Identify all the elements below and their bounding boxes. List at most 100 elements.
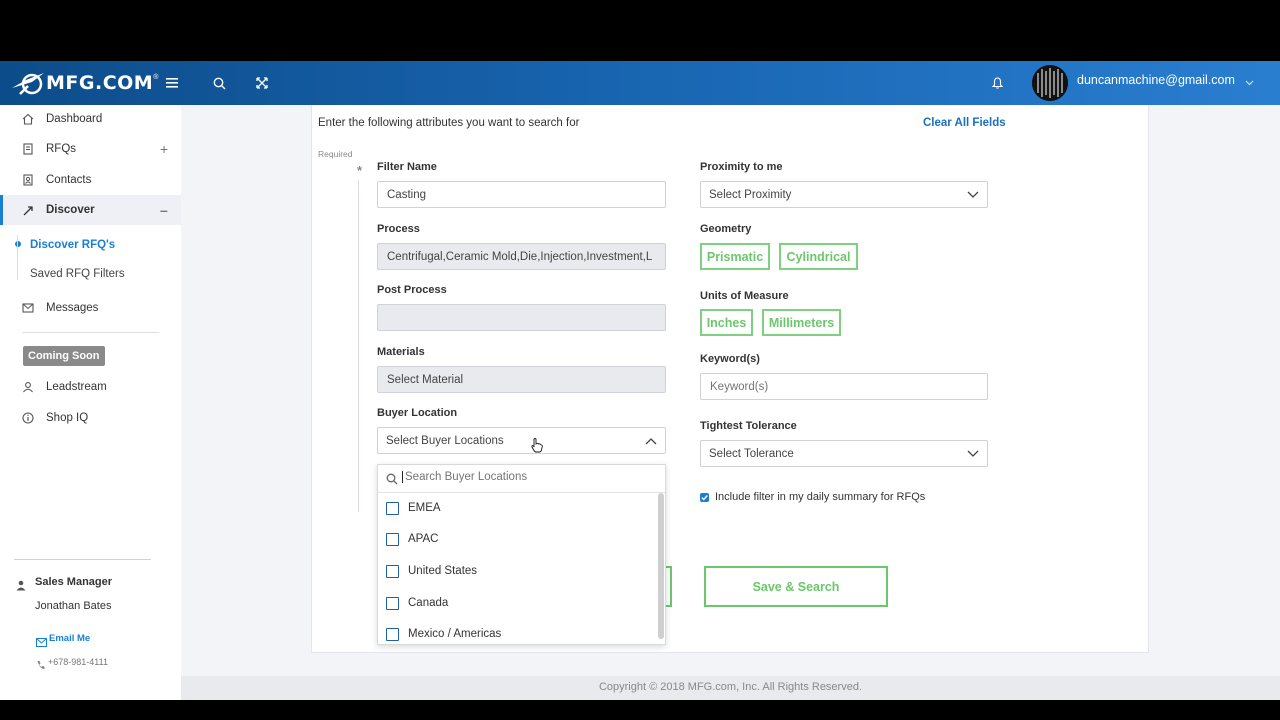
units-label: Units of Measure xyxy=(700,290,789,302)
proximity-label: Proximity to me xyxy=(700,161,783,173)
keywords-input[interactable] xyxy=(700,373,988,400)
tolerance-select[interactable]: Select Tolerance xyxy=(700,440,988,467)
materials-label: Materials xyxy=(377,346,425,358)
bell-icon[interactable] xyxy=(987,73,1007,93)
keywords-label: Keyword(s) xyxy=(700,353,760,365)
geometry-option-label: Cylindrical xyxy=(786,249,851,264)
process-label: Process xyxy=(377,223,420,235)
buyer-location-dropdown: EMEA APAC United States Canada Mexico / … xyxy=(377,464,666,645)
filter-name-label: Filter Name xyxy=(377,161,437,173)
location-option-apac[interactable]: APAC xyxy=(386,530,438,548)
checkbox[interactable] xyxy=(386,501,399,515)
geometry-prismatic-toggle[interactable]: Prismatic xyxy=(700,243,770,270)
proximity-value: Select Proximity xyxy=(709,188,792,201)
buyer-location-search[interactable] xyxy=(378,465,665,493)
top-header: MFG.COM ® duncanmachine@gmail.com xyxy=(0,61,1280,105)
phone-icon xyxy=(36,657,45,675)
search-icon xyxy=(386,472,398,490)
units-millimeters-toggle[interactable]: Millimeters xyxy=(762,309,841,336)
logo-mark-icon xyxy=(10,68,50,98)
sidebar-subitem-saved-filters[interactable]: Saved RFQ Filters xyxy=(30,268,125,280)
sidebar-item-label: Dashboard xyxy=(46,113,103,125)
units-option-label: Inches xyxy=(706,315,747,330)
sidebar-item-rfqs[interactable]: RFQs + xyxy=(0,134,181,164)
sidebar-item-dashboard[interactable]: Dashboard xyxy=(0,104,181,134)
user-avatar[interactable] xyxy=(1032,65,1068,101)
tolerance-label: Tightest Tolerance xyxy=(700,420,797,432)
clear-all-fields-link[interactable]: Clear All Fields xyxy=(923,117,1006,129)
sidebar: Dashboard RFQs + Contacts Discover – Dis… xyxy=(0,105,181,700)
logo-text: MFG.COM xyxy=(46,72,154,94)
copyright-text: Copyright © 2018 MFG.com, Inc. All Right… xyxy=(598,681,863,693)
contact-phone: +678-981-4111 xyxy=(48,657,108,667)
sidebar-item-label: Messages xyxy=(46,302,99,314)
sidebar-item-leadstream[interactable]: Leadstream xyxy=(0,372,181,402)
required-line xyxy=(358,180,359,512)
geometry-label: Geometry xyxy=(700,223,752,235)
fullscreen-icon[interactable] xyxy=(252,73,272,93)
buyer-location-select[interactable]: Select Buyer Locations xyxy=(377,427,666,454)
dropdown-scrollbar[interactable] xyxy=(658,493,664,639)
sidebar-item-label: Discover xyxy=(46,204,95,216)
filter-name-input[interactable]: Casting xyxy=(377,181,666,208)
checkbox[interactable] xyxy=(386,564,399,578)
location-option-united-states[interactable]: United States xyxy=(386,562,477,580)
units-option-label: Millimeters xyxy=(768,315,835,330)
buyer-location-value: Select Buyer Locations xyxy=(386,434,504,447)
contacts-icon xyxy=(21,173,35,187)
home-icon xyxy=(21,112,35,126)
daily-summary-label[interactable]: Include filter in my daily summary for R… xyxy=(715,491,925,503)
sidebar-item-shop-iq[interactable]: Shop IQ xyxy=(0,403,181,433)
tolerance-value: Select Tolerance xyxy=(709,447,794,460)
sidebar-divider xyxy=(22,332,159,333)
location-option-label: United States xyxy=(408,565,478,577)
search-icon[interactable] xyxy=(209,73,229,93)
location-option-canada[interactable]: Canada xyxy=(386,594,448,612)
proximity-select[interactable]: Select Proximity xyxy=(700,181,988,208)
envelope-icon xyxy=(36,634,47,652)
process-value: Centrifugal,Ceramic Mold,Die,Injection,I… xyxy=(387,250,653,263)
email-me-link[interactable]: Email Me xyxy=(49,633,90,644)
active-dot xyxy=(15,241,21,247)
info-icon xyxy=(21,411,35,425)
sidebar-item-contacts[interactable]: Contacts xyxy=(0,165,181,195)
location-option-emea[interactable]: EMEA xyxy=(386,499,441,517)
buyer-location-search-input[interactable] xyxy=(402,471,652,483)
chevron-down-icon[interactable] xyxy=(1239,73,1259,93)
location-option-label: Mexico / Americas xyxy=(408,628,502,640)
submenu-line xyxy=(17,235,18,280)
collapse-toggle[interactable]: – xyxy=(160,202,168,218)
location-option-label: Canada xyxy=(408,597,449,609)
app-window: MFG.COM ® duncanmachine@gmail.com Dashbo… xyxy=(0,0,1280,720)
checkbox[interactable] xyxy=(386,627,399,641)
checkbox[interactable] xyxy=(386,532,399,546)
process-select[interactable]: Centrifugal,Ceramic Mold,Die,Injection,I… xyxy=(377,243,666,270)
contact-role: Sales Manager xyxy=(35,576,113,588)
geometry-cylindrical-toggle[interactable]: Cylindrical xyxy=(779,243,858,270)
location-option-mexico-americas[interactable]: Mexico / Americas xyxy=(386,625,501,643)
sidebar-item-label: RFQs xyxy=(46,143,77,155)
page-footer: Copyright © 2018 MFG.com, Inc. All Right… xyxy=(181,676,1280,700)
buyer-location-label: Buyer Location xyxy=(377,407,458,419)
contact-person-icon xyxy=(16,578,26,596)
daily-summary-checkbox[interactable] xyxy=(700,493,709,502)
expand-toggle[interactable]: + xyxy=(160,141,168,157)
sidebar-item-label: Leadstream xyxy=(46,381,107,393)
sidebar-subitem-discover-rfqs[interactable]: Discover RFQ's xyxy=(30,239,115,251)
mfg-logo[interactable]: MFG.COM ® xyxy=(10,68,158,98)
save-and-search-button[interactable]: Save & Search xyxy=(704,566,888,607)
sidebar-item-discover[interactable]: Discover – xyxy=(0,195,181,225)
hamburger-menu-icon[interactable] xyxy=(162,73,182,93)
user-email[interactable]: duncanmachine@gmail.com xyxy=(1077,73,1235,87)
materials-value: Select Material xyxy=(387,373,464,386)
materials-select[interactable]: Select Material xyxy=(377,366,666,393)
contact-name: Jonathan Bates xyxy=(35,600,112,612)
hand-cursor-icon xyxy=(531,438,543,458)
required-asterisk: * xyxy=(357,163,363,178)
units-inches-toggle[interactable]: Inches xyxy=(700,309,753,336)
person-icon xyxy=(21,380,35,394)
checkbox[interactable] xyxy=(386,596,399,610)
post-process-select[interactable] xyxy=(377,304,666,331)
chevron-down-icon xyxy=(967,449,979,461)
sidebar-item-messages[interactable]: Messages xyxy=(0,293,181,323)
